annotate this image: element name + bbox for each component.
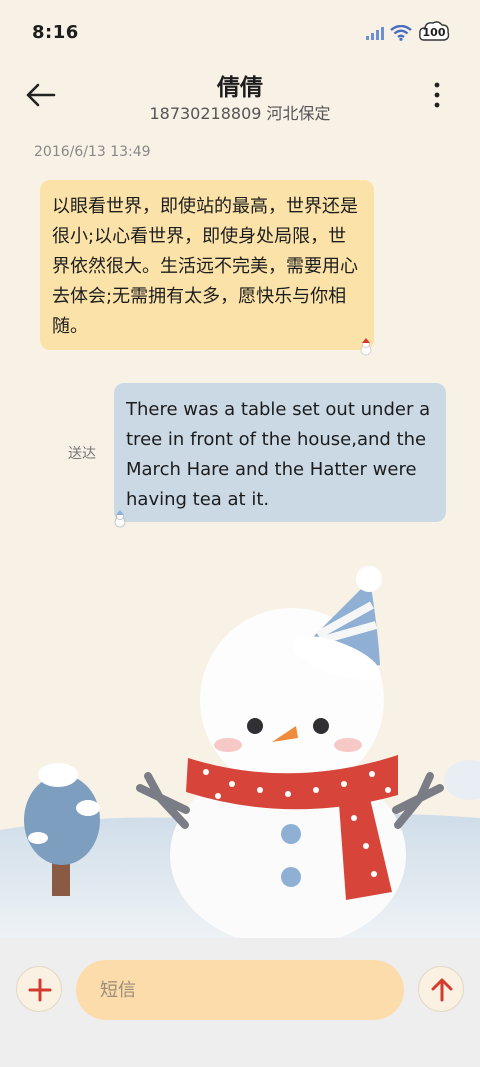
attach-button[interactable] [16, 966, 62, 1012]
contact-name: 倩倩 [217, 75, 263, 101]
send-arrow-up-icon [431, 978, 453, 1002]
battery-level: 100 [422, 26, 446, 39]
wifi-icon [390, 25, 412, 41]
more-vertical-icon [434, 82, 440, 108]
battery-icon: 100 [418, 20, 450, 46]
composer-bar [0, 938, 480, 1067]
signal-icon [366, 27, 384, 40]
status-time: 8:16 [32, 22, 79, 43]
snowman-sticker-icon [360, 338, 372, 356]
send-button[interactable] [418, 966, 464, 1012]
delivery-status: 送达 [68, 446, 96, 462]
incoming-message-bubble[interactable]: 以眼看世界，即使站的最高，世界还是很小;以心看世界，即使身处局限，世界依然很大。… [40, 180, 374, 350]
snowman-wallpaper [0, 566, 480, 938]
snowman-sticker-icon [114, 510, 126, 528]
contact-number-location: 18730218809 河北保定 [149, 104, 331, 123]
conversation-header: 倩倩 18730218809 河北保定 [0, 64, 480, 134]
message-timestamp: 2016/6/13 13:49 [34, 144, 151, 160]
message-input[interactable] [76, 960, 404, 1020]
outgoing-message-bubble[interactable]: There was a table set out under a tree i… [114, 383, 446, 522]
more-options-button[interactable] [430, 80, 444, 110]
status-bar: 8:16 100 [0, 0, 480, 64]
status-icons: 100 [366, 20, 450, 46]
plus-icon [28, 978, 52, 1002]
